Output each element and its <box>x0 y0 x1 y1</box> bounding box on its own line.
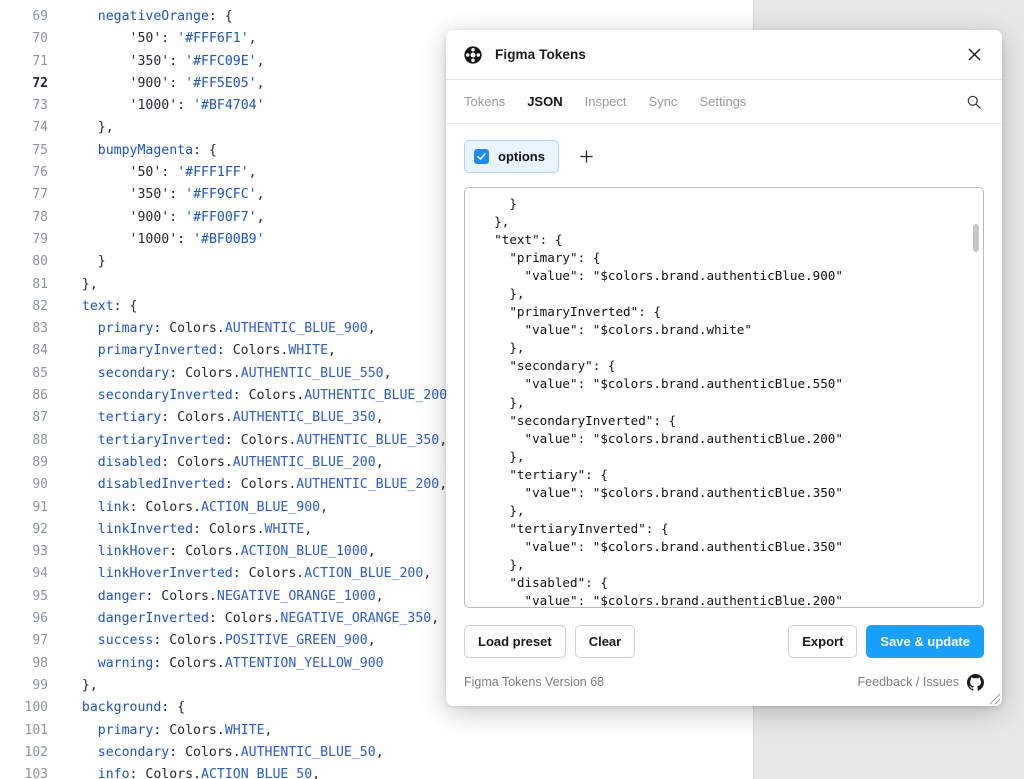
line-number: 74 <box>32 120 48 136</box>
line-number: 85 <box>32 365 48 381</box>
line-number: 87 <box>32 410 48 426</box>
tab-inspect[interactable]: Inspect <box>585 94 627 109</box>
code-line: 101 primary: Colors.WHITE, <box>0 720 753 742</box>
token-set-options-chip[interactable]: options <box>464 140 559 173</box>
tab-settings[interactable]: Settings <box>699 94 746 109</box>
line-number: 99 <box>32 677 48 693</box>
close-icon[interactable] <box>962 43 986 67</box>
tab-sync[interactable]: Sync <box>649 94 678 109</box>
export-button[interactable]: Export <box>788 625 858 658</box>
line-number: 73 <box>32 98 48 114</box>
json-editor-scrollbar-thumb[interactable] <box>973 224 979 252</box>
line-number: 101 <box>24 722 48 738</box>
code-line-text: secondary: Colors.AUTHENTIC_BLUE_50, <box>97 744 384 760</box>
plugin-title: Figma Tokens <box>495 47 586 62</box>
plugin-footer: Figma Tokens Version 68 Feedback / Issue… <box>446 658 1002 706</box>
load-preset-button[interactable]: Load preset <box>464 625 566 658</box>
line-number: 93 <box>32 544 48 560</box>
line-number: 98 <box>32 655 48 671</box>
line-number: 76 <box>32 165 48 181</box>
line-number: 89 <box>32 454 48 470</box>
plugin-tab-bar: Tokens JSON Inspect Sync Settings <box>446 80 1002 124</box>
line-number: 86 <box>32 388 48 404</box>
token-set-label: options <box>498 149 545 164</box>
line-number: 88 <box>32 432 48 448</box>
line-number: 75 <box>32 142 48 158</box>
github-icon[interactable] <box>967 673 984 691</box>
line-number: 102 <box>24 744 48 760</box>
line-number: 82 <box>32 298 48 314</box>
tab-tokens[interactable]: Tokens <box>464 94 505 109</box>
line-number: 72 <box>32 75 48 91</box>
line-number: 80 <box>32 254 48 270</box>
code-line: 103 info: Colors.ACTION_BLUE_50, <box>0 764 753 779</box>
line-number: 79 <box>32 231 48 247</box>
search-icon[interactable] <box>963 91 985 113</box>
line-number: 71 <box>32 53 48 69</box>
checkbox-checked-icon[interactable] <box>474 149 489 164</box>
line-number: 81 <box>32 276 48 292</box>
figma-tokens-plugin-window: Figma Tokens Tokens JSON Inspect Sync Settin… <box>446 30 1002 706</box>
json-editor[interactable]: } }, "text": { "primary": { "value": "$c… <box>464 187 984 608</box>
code-line-text: info: Colors.ACTION_BLUE_50, <box>97 767 321 779</box>
code-line-text: primary: Colors.WHITE, <box>97 722 273 738</box>
line-number: 83 <box>32 321 48 337</box>
line-number: 95 <box>32 588 48 604</box>
json-editor-content[interactable]: } }, "text": { "primary": { "value": "$c… <box>465 188 983 607</box>
save-and-update-button[interactable]: Save & update <box>866 625 984 658</box>
plugin-version-label: Figma Tokens Version 68 <box>464 675 605 689</box>
line-number: 84 <box>32 343 48 359</box>
line-number: 90 <box>32 477 48 493</box>
figma-tokens-logo-icon <box>464 45 482 64</box>
code-line: 102 secondary: Colors.AUTHENTIC_BLUE_50, <box>0 742 753 764</box>
plugin-body: options } }, "text": { "primary": { "val… <box>446 124 1002 608</box>
line-number: 94 <box>32 566 48 582</box>
line-number: 70 <box>32 31 48 47</box>
line-number: 103 <box>24 767 48 779</box>
plugin-action-bar: Load preset Clear Export Save & update <box>446 608 1002 658</box>
tab-json[interactable]: JSON <box>527 94 562 109</box>
line-number: 91 <box>32 499 48 515</box>
clear-button[interactable]: Clear <box>574 625 636 658</box>
json-editor-scrollbar[interactable] <box>972 190 980 605</box>
line-number: 78 <box>32 209 48 225</box>
screen: 69 negativeOrange: {70 '50': '#FFF6F1', 7… <box>0 0 1024 779</box>
plugin-titlebar: Figma Tokens <box>446 30 1002 80</box>
resize-handle[interactable] <box>986 690 1001 705</box>
line-number: 96 <box>32 611 48 627</box>
line-number: 77 <box>32 187 48 203</box>
token-sets-row: options <box>464 140 984 173</box>
code-line-text: negativeOrange: { <box>97 9 233 24</box>
feedback-issues-link[interactable]: Feedback / Issues <box>858 675 959 689</box>
line-number: 97 <box>32 633 48 649</box>
code-line: 69 negativeOrange: { <box>0 6 753 28</box>
add-token-set-icon[interactable] <box>575 145 599 169</box>
line-number: 69 <box>32 9 48 24</box>
line-number: 92 <box>32 521 48 537</box>
footer-right-group: Feedback / Issues <box>858 673 984 691</box>
line-number: 100 <box>24 700 48 716</box>
